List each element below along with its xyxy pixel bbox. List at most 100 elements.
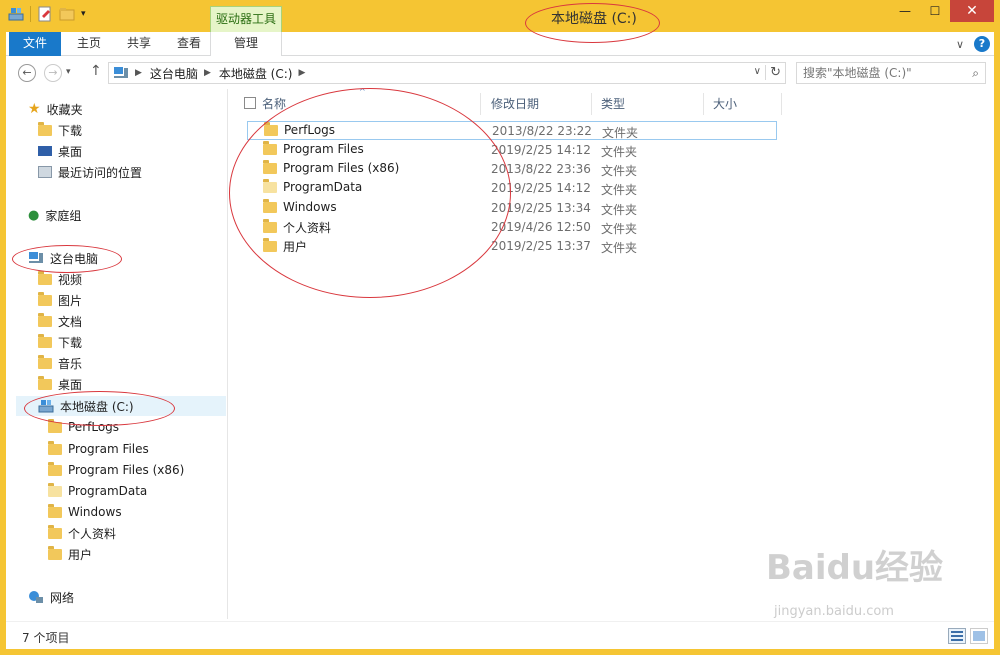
nav-favorites-label: 收藏夹 [46, 102, 83, 117]
details-view-icon [951, 631, 963, 641]
nav-item-label: 视频 [58, 272, 83, 287]
file-date: 2019/2/25 14:12 [491, 181, 591, 195]
search-icon[interactable]: ⌕ [972, 63, 979, 83]
tab-home[interactable]: 主页 [64, 32, 114, 56]
file-name: 个人资料 [283, 221, 332, 235]
table-row[interactable]: 个人资料 2019/4/26 12:50 文件夹 [247, 218, 777, 237]
tab-manage[interactable]: 管理 [210, 32, 282, 56]
nav-this-pc[interactable]: 这台电脑 [28, 248, 98, 268]
file-name: ProgramData [283, 180, 363, 194]
file-date: 2013/8/22 23:22 [492, 124, 592, 138]
nav-item-pictures[interactable]: 图片 [38, 290, 82, 310]
details-view-button[interactable] [948, 628, 966, 644]
nav-homegroup[interactable]: ● 家庭组 [28, 205, 81, 225]
column-divider[interactable] [781, 93, 782, 115]
file-type: 文件夹 [601, 203, 638, 217]
table-row[interactable]: ProgramData 2019/2/25 14:12 文件夹 [247, 178, 777, 198]
refresh-icon[interactable]: ↻ [765, 65, 781, 80]
search-placeholder: 搜索"本地磁盘 (C:)" [803, 66, 912, 80]
nav-item-pc-desktop[interactable]: 桌面 [38, 374, 82, 394]
table-row[interactable]: Windows 2019/2/25 13:34 文件夹 [247, 198, 777, 218]
nav-item-programdata[interactable]: ProgramData [48, 481, 147, 501]
tab-file[interactable]: 文件 [9, 32, 61, 56]
tab-view[interactable]: 查看 [164, 32, 214, 56]
nav-item-users[interactable]: 用户 [48, 544, 92, 564]
file-date: 2019/4/26 12:50 [491, 220, 591, 234]
desktop-folder-icon [38, 375, 52, 390]
nav-item-program-files-x86[interactable]: Program Files (x86) [48, 460, 184, 480]
properties-icon[interactable] [37, 6, 53, 22]
drive-icon[interactable] [8, 6, 24, 22]
column-header-name[interactable]: 名称 [262, 95, 286, 115]
nav-item-pc-downloads[interactable]: 下载 [38, 332, 82, 352]
pc-icon [114, 67, 128, 78]
close-button[interactable]: ✕ [950, 0, 994, 22]
table-row[interactable]: Program Files (x86) 2013/8/22 23:36 文件夹 [247, 159, 777, 179]
item-count: 7 个项目 [22, 631, 70, 645]
maximize-button[interactable]: ☐ [920, 0, 950, 22]
column-header-date[interactable]: 修改日期 [491, 95, 539, 115]
table-row[interactable]: PerfLogs 2013/8/22 23:22 文件夹 [247, 121, 777, 140]
folder-icon [48, 545, 62, 560]
nav-local-disk[interactable]: 本地磁盘 (C:) [16, 396, 226, 416]
column-header-type[interactable]: 类型 [601, 95, 625, 115]
address-bar[interactable]: ▶ 这台电脑 ▶ 本地磁盘 (C:) ▶ ∨ ↻ [108, 62, 786, 84]
explorer-window: ▾ 驱动器工具 本地磁盘 (C:) — ☐ ✕ 文件 主页 共享 查看 管理 ∨… [0, 0, 1000, 655]
search-input[interactable]: 搜索"本地磁盘 (C:)" ⌕ [796, 62, 986, 84]
nav-item-videos[interactable]: 视频 [38, 269, 82, 289]
folder-icon [48, 418, 62, 433]
tab-share[interactable]: 共享 [114, 32, 164, 56]
recent-locations-icon[interactable]: ▾ [66, 67, 71, 77]
folder-icon [263, 140, 277, 155]
new-folder-icon[interactable] [59, 6, 75, 22]
minimize-button[interactable]: — [890, 0, 920, 22]
column-header-size[interactable]: 大小 [713, 95, 737, 115]
nav-item-music[interactable]: 音乐 [38, 353, 82, 373]
table-row[interactable]: Program Files 2019/2/25 14:12 文件夹 [247, 140, 777, 160]
nav-item-recent-places[interactable]: 最近访问的位置 [38, 162, 142, 182]
folder-icon [264, 121, 278, 136]
column-divider[interactable] [591, 93, 592, 115]
file-type: 文件夹 [601, 241, 638, 255]
nav-item-label: 桌面 [58, 377, 83, 392]
column-divider[interactable] [480, 93, 481, 115]
file-date: 2013/8/22 23:36 [491, 162, 591, 176]
nav-item-documents[interactable]: 文档 [38, 311, 82, 331]
window-inner: ▾ 驱动器工具 本地磁盘 (C:) — ☐ ✕ 文件 主页 共享 查看 管理 ∨… [6, 0, 994, 649]
crumb-this-pc[interactable]: 这台电脑 [150, 65, 198, 82]
file-type: 文件夹 [602, 126, 639, 140]
nav-favorites[interactable]: ★ 收藏夹 [28, 99, 83, 119]
expand-ribbon-icon[interactable]: ∨ [956, 38, 964, 51]
nav-network[interactable]: 网络 [28, 587, 74, 607]
nav-item-personal[interactable]: 个人资料 [48, 523, 116, 543]
crumb-local-disk[interactable]: 本地磁盘 (C:) [219, 65, 293, 82]
file-type: 文件夹 [601, 183, 638, 197]
address-dropdown-icon[interactable]: ∨ [754, 66, 761, 77]
title-bar: ▾ 驱动器工具 本地磁盘 (C:) — ☐ ✕ [6, 0, 994, 32]
desktop-icon [38, 146, 52, 156]
nav-item-label: PerfLogs [68, 420, 120, 434]
large-icons-view-button[interactable] [970, 628, 988, 644]
file-type: 文件夹 [601, 164, 638, 178]
up-button[interactable]: ↑ [90, 63, 102, 79]
folder-icon [263, 198, 277, 213]
nav-item-label: 桌面 [58, 144, 83, 159]
table-row[interactable]: 用户 2019/2/25 13:37 文件夹 [247, 237, 777, 256]
nav-item-desktop[interactable]: 桌面 [38, 141, 82, 161]
column-divider[interactable] [703, 93, 704, 115]
nav-item-downloads[interactable]: 下载 [38, 120, 82, 140]
nav-item-windows[interactable]: Windows [48, 502, 122, 522]
folder-icon [48, 440, 62, 455]
file-name-cell: 个人资料 [263, 219, 331, 236]
nav-item-program-files[interactable]: Program Files [48, 439, 149, 459]
back-button[interactable]: ← [18, 64, 36, 82]
help-icon[interactable]: ? [974, 36, 990, 52]
file-name-cell: PerfLogs [264, 121, 335, 137]
customize-dropdown-icon[interactable]: ▾ [81, 6, 91, 22]
videos-folder-icon [38, 270, 52, 285]
watermark-url: jingyan.baidu.com [774, 604, 894, 619]
select-all-checkbox[interactable] [244, 97, 256, 109]
forward-button[interactable]: → [44, 64, 62, 82]
nav-item-perflogs[interactable]: PerfLogs [48, 417, 119, 437]
folder-icon [263, 159, 277, 174]
